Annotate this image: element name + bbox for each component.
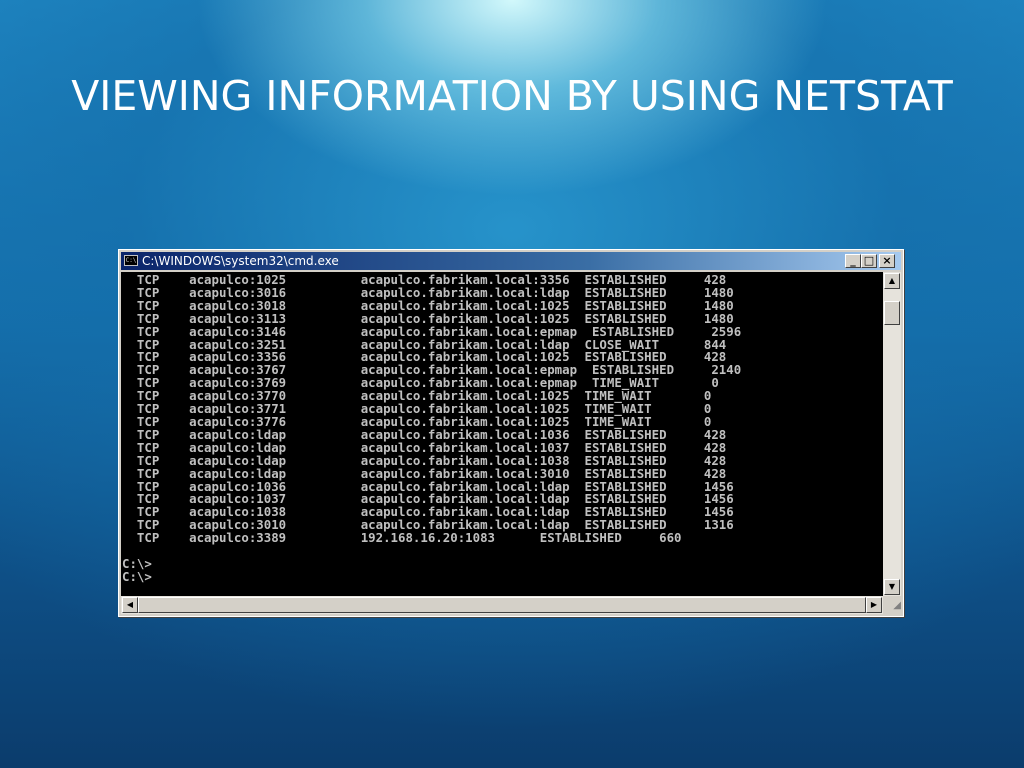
window-title: C:\WINDOWS\system32\cmd.exe xyxy=(142,254,339,268)
slide-title: VIEWING INFORMATION BY USING NETSTAT xyxy=(71,72,953,120)
horizontal-scroll-thumb[interactable] xyxy=(138,597,866,613)
scroll-left-button[interactable]: ◀ xyxy=(122,597,138,613)
scroll-up-button[interactable]: ▲ xyxy=(884,273,900,289)
cmd-window: C:\ C:\WINDOWS\system32\cmd.exe _ □ × TC… xyxy=(118,249,904,617)
console-text: TCP acapulco:1025 acapulco.fabrikam.loca… xyxy=(121,272,883,584)
vertical-scroll-thumb[interactable] xyxy=(884,301,900,325)
console-line: TCP acapulco:3389 192.168.16.20:1083 EST… xyxy=(122,530,682,546)
scroll-right-button[interactable]: ▶ xyxy=(866,597,882,613)
minimize-button[interactable]: _ xyxy=(845,254,861,268)
console-prompt-line: C:\> xyxy=(122,568,152,584)
vertical-scrollbar[interactable]: ▲ ▼ xyxy=(883,272,901,596)
console-output[interactable]: TCP acapulco:1025 acapulco.fabrikam.loca… xyxy=(121,272,883,596)
resize-grip-icon[interactable]: ◢ xyxy=(883,596,901,614)
maximize-button[interactable]: □ xyxy=(861,254,877,268)
horizontal-scrollbar[interactable]: ◀ ▶ xyxy=(121,596,883,614)
close-button[interactable]: × xyxy=(879,254,895,268)
console-prompt-line: C:\> xyxy=(122,555,152,571)
cmd-app-icon[interactable]: C:\ xyxy=(124,255,138,266)
scroll-down-button[interactable]: ▼ xyxy=(884,579,900,595)
window-titlebar[interactable]: C:\ C:\WINDOWS\system32\cmd.exe _ □ × xyxy=(121,252,901,270)
